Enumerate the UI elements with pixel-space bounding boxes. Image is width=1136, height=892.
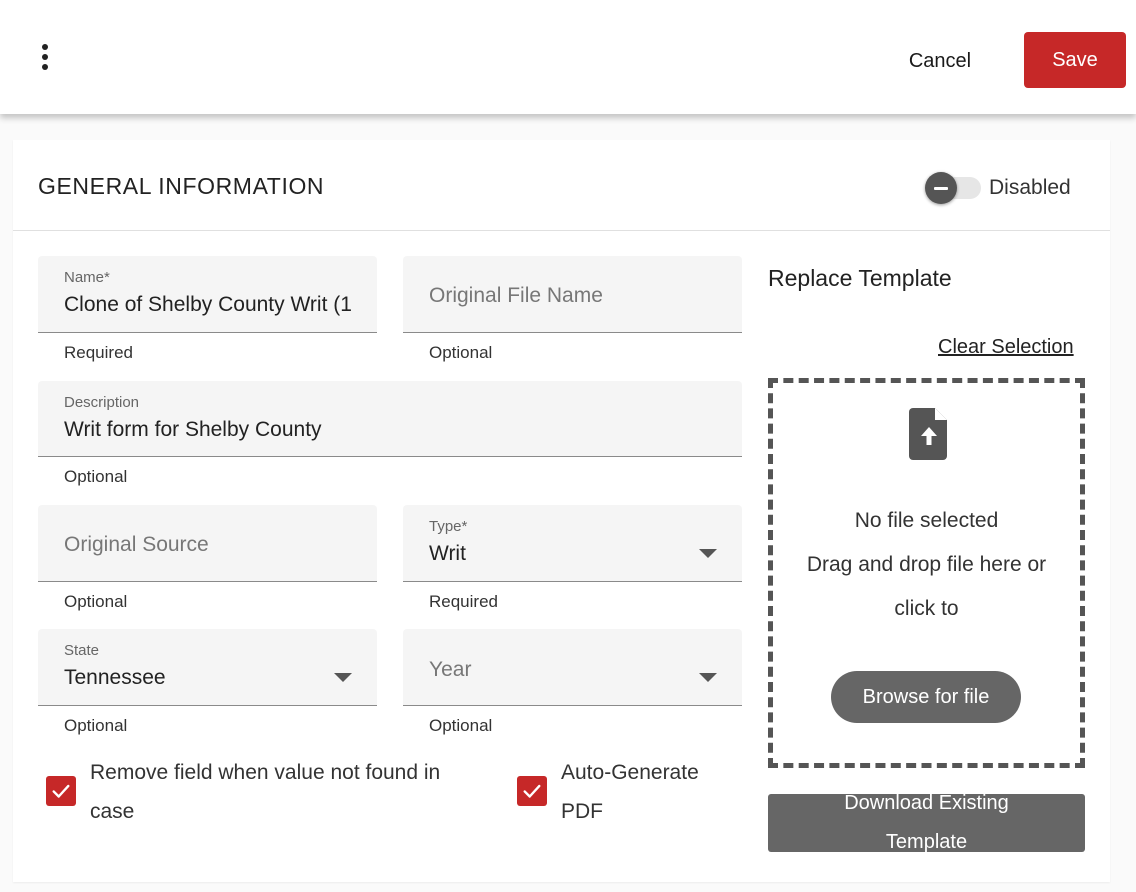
original-file-name-placeholder: Original File Name [429, 284, 603, 307]
save-button[interactable]: Save [1024, 32, 1126, 88]
description-label: Description [64, 394, 140, 411]
name-label: Name* [64, 269, 110, 286]
original-file-name-helper: Optional [429, 343, 493, 362]
year-helper: Optional [429, 716, 493, 735]
chevron-down-icon [699, 549, 717, 558]
general-information-card: GENERAL INFORMATION Disabled Name* Clone… [13, 140, 1110, 882]
drag-drop-text: Drag and drop file here or click to [806, 553, 1047, 620]
check-icon [52, 784, 70, 798]
year-select[interactable]: Year [403, 629, 742, 706]
more-options-icon[interactable] [36, 40, 54, 74]
card-header: GENERAL INFORMATION Disabled [13, 140, 1110, 231]
no-file-selected-text: No file selected [854, 509, 999, 532]
year-placeholder: Year [429, 658, 472, 681]
type-select[interactable]: Type* Writ [403, 505, 742, 582]
state-select[interactable]: State Tennessee [38, 629, 377, 706]
download-existing-template-label: Download Existing Template [844, 794, 1009, 852]
file-upload-icon [909, 408, 947, 460]
type-helper: Required [429, 592, 498, 611]
type-value: Writ [429, 542, 466, 565]
name-helper: Required [64, 343, 133, 362]
original-source-field[interactable]: Original Source [38, 505, 377, 582]
original-file-name-field[interactable]: Original File Name [403, 256, 742, 333]
check-icon [523, 784, 541, 798]
name-value: Clone of Shelby County Writ (1) [64, 293, 352, 316]
name-field[interactable]: Name* Clone of Shelby County Writ (1) [38, 256, 377, 333]
description-field[interactable]: Description Writ form for Shelby County [38, 381, 742, 457]
description-helper: Optional [64, 467, 128, 486]
description-value: Writ form for Shelby County [64, 418, 322, 441]
state-value: Tennessee [64, 666, 166, 689]
chevron-down-icon [699, 673, 717, 682]
chevron-down-icon [334, 673, 352, 682]
remove-field-label: Remove field when value not found in cas… [90, 761, 441, 823]
auto-generate-pdf-checkbox[interactable] [517, 776, 547, 806]
replace-template-title: Replace Template [768, 265, 952, 291]
remove-field-checkbox[interactable] [46, 776, 76, 806]
disabled-toggle[interactable] [923, 172, 985, 204]
section-title: GENERAL INFORMATION [38, 173, 325, 199]
auto-generate-pdf-label: Auto-Generate PDF [561, 761, 699, 823]
browse-for-file-button[interactable]: Browse for file [831, 671, 1021, 723]
original-source-placeholder: Original Source [64, 533, 209, 556]
file-dropzone[interactable]: No file selected Drag and drop file here… [768, 378, 1085, 768]
top-toolbar: Cancel Save [0, 0, 1136, 114]
state-label: State [64, 642, 100, 659]
type-label: Type* [429, 518, 468, 535]
state-helper: Optional [64, 716, 128, 735]
minus-icon [925, 172, 957, 204]
download-existing-template-button[interactable]: Download Existing Template [768, 794, 1085, 852]
toggle-label: Disabled [989, 176, 1071, 199]
clear-selection-link[interactable]: Clear Selection [938, 336, 1074, 359]
cancel-button[interactable]: Cancel [892, 40, 988, 82]
original-source-helper: Optional [64, 592, 128, 611]
